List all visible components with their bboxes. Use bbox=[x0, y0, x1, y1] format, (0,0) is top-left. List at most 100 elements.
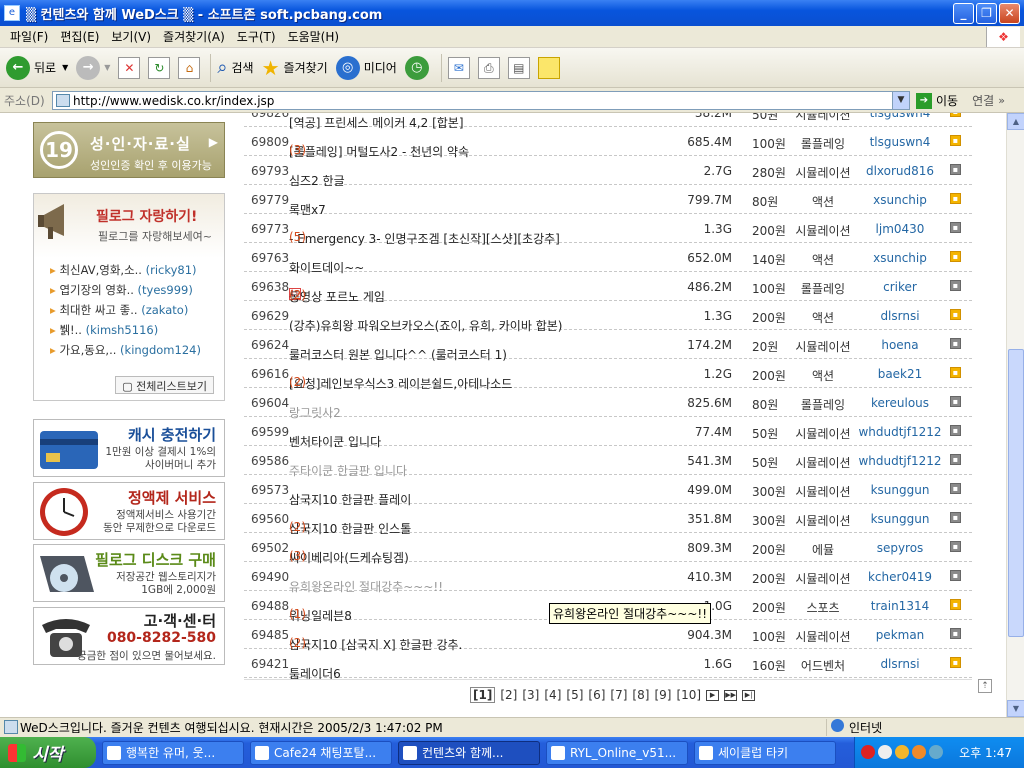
table-row[interactable]: 69629 (강추)유희왕 파워오브카오스(죠이, 유희, 카이바 합본) 1.3G… bbox=[244, 301, 972, 333]
chevron-down-icon[interactable]: ▼ bbox=[104, 63, 110, 72]
download-icon[interactable]: ▪ bbox=[950, 628, 961, 639]
chevron-down-icon[interactable]: ▼ bbox=[892, 92, 909, 109]
download-icon[interactable]: ▪ bbox=[950, 367, 961, 378]
table-row[interactable]: 69809 [롤플레잉] 머털도사2 - 천년의 약속 (3) 685.4M 100원 롤… bbox=[244, 127, 972, 159]
table-row[interactable]: 69624 룰러코스터 원본 입니다^^ (룰러코스터 1) 174.2M 20원 시뮬… bbox=[244, 330, 972, 362]
edit-icon[interactable]: ▤ bbox=[507, 56, 530, 79]
page-link[interactable]: [5] bbox=[566, 688, 583, 702]
row-uploader[interactable]: tlsguswn4 bbox=[857, 135, 943, 149]
taskbar-item[interactable]: 세이클럽 타키 bbox=[694, 740, 836, 765]
list-item[interactable]: 엽기장의 영화.. (tyes999) bbox=[50, 282, 201, 302]
download-icon[interactable]: ▪ bbox=[950, 396, 961, 407]
row-uploader[interactable]: sepyros bbox=[857, 541, 943, 555]
row-uploader[interactable]: train1314 bbox=[857, 599, 943, 613]
scroll-thumb[interactable] bbox=[1008, 349, 1024, 637]
flat-rate-banner[interactable]: 정액제 서비스 정액제서비스 사용기간 동안 무제한으로 다운로드 bbox=[33, 482, 225, 540]
page-link[interactable]: [8] bbox=[632, 688, 649, 702]
note-icon[interactable] bbox=[537, 56, 560, 79]
row-uploader[interactable]: ksunggun bbox=[857, 512, 943, 526]
chevron-down-icon[interactable]: ▼ bbox=[62, 63, 68, 72]
media-button[interactable]: ◎ 미디어 bbox=[335, 55, 397, 80]
favorites-button[interactable]: ★ 즐겨찾기 bbox=[262, 56, 328, 80]
print-icon[interactable]: ⎙ bbox=[477, 56, 500, 79]
tray-expand-icon[interactable] bbox=[878, 745, 892, 759]
page-link[interactable]: [4] bbox=[544, 688, 561, 702]
minimize-button[interactable]: _ bbox=[953, 3, 974, 24]
go-button[interactable]: ➔ 이동 bbox=[916, 92, 958, 109]
list-item[interactable]: 가요,동요,.. (kingdom124) bbox=[50, 342, 201, 362]
row-uploader[interactable]: xsunchip bbox=[857, 251, 943, 265]
table-row[interactable]: 69763 화이트데이~~ 652.0M 140원 액션 xsunchip ▪ bbox=[244, 243, 972, 275]
table-row[interactable]: 69779 록맨x7 799.7M 80원 액션 xsunchip ▪ bbox=[244, 185, 972, 217]
home-icon[interactable]: ⌂ bbox=[178, 56, 201, 79]
row-uploader[interactable]: tlsguswn4 bbox=[857, 113, 943, 120]
view-all-list-button[interactable]: ▢ 전체리스트보기 bbox=[115, 376, 214, 394]
menu-tools[interactable]: 도구(T) bbox=[231, 28, 282, 45]
table-row[interactable]: 69604 랑그릿사2 825.6M 80원 롤플레잉 kereulous ▪ bbox=[244, 388, 972, 420]
stop-icon[interactable]: ✕ bbox=[118, 56, 141, 79]
maximize-button[interactable]: ❐ bbox=[976, 3, 997, 24]
page-link[interactable]: [7] bbox=[610, 688, 627, 702]
last-page-icon[interactable]: ▶| bbox=[742, 689, 756, 701]
row-uploader[interactable]: whdudtjf1212 bbox=[857, 454, 943, 468]
row-uploader[interactable]: pekman bbox=[857, 628, 943, 642]
refresh-icon[interactable]: ↻ bbox=[148, 56, 171, 79]
start-button[interactable]: 시작 bbox=[0, 737, 96, 768]
page-link[interactable]: [2] bbox=[500, 688, 517, 702]
menu-favorites[interactable]: 즐겨찾기(A) bbox=[157, 28, 231, 45]
back-button[interactable]: ← 뒤로 ▼ bbox=[6, 55, 68, 80]
history-icon[interactable]: ◷ bbox=[404, 55, 429, 80]
table-row[interactable]: 69573 삼국지10 한글판 플레이 499.0M 300원 시뮬레이션 ksunggu… bbox=[244, 475, 972, 507]
tray-messenger-icon[interactable] bbox=[895, 745, 909, 759]
customer-center-banner[interactable]: 고·객·센·터 080-8282-580 궁금한 점이 있으면 물어보세요. bbox=[33, 607, 225, 665]
tray-volume-icon[interactable] bbox=[912, 745, 926, 759]
row-uploader[interactable]: ksunggun bbox=[857, 483, 943, 497]
links-button[interactable]: 연결 bbox=[972, 92, 994, 109]
forward-button[interactable]: → ▼ bbox=[76, 55, 110, 80]
taskbar-item[interactable]: 행복한 유머, 웃... bbox=[102, 740, 244, 765]
next-ten-icon[interactable]: ▶▶ bbox=[724, 689, 738, 701]
download-icon[interactable]: ▪ bbox=[950, 338, 961, 349]
list-item[interactable]: 최신AV,영화,소.. (ricky81) bbox=[50, 262, 201, 282]
list-item[interactable]: 최대한 싸고 좋.. (zakato) bbox=[50, 302, 201, 322]
scroll-top-icon[interactable]: ⇡ bbox=[978, 679, 992, 693]
page-link[interactable]: [10] bbox=[676, 688, 701, 702]
download-icon[interactable]: ▪ bbox=[950, 483, 961, 494]
close-button[interactable]: ✕ bbox=[999, 3, 1020, 24]
cash-charge-banner[interactable]: 캐시 충전하기 1만원 이상 결제시 1%의 사이버머니 추가 bbox=[33, 419, 225, 477]
table-row[interactable]: 69490 유희왕온라인 절대강추~~~!! 410.3M 200원 시뮬레이션 kche… bbox=[244, 562, 972, 594]
download-icon[interactable]: ▪ bbox=[950, 280, 961, 291]
download-icon[interactable]: ▪ bbox=[950, 541, 961, 552]
chevron-right-icon[interactable]: » bbox=[998, 94, 1005, 107]
download-icon[interactable]: ▪ bbox=[950, 222, 961, 233]
table-row[interactable]: 69616 [요청]레인보우식스3 레이븐쉴드,아테나소드 (2) 1.2G 200원 액… bbox=[244, 359, 972, 391]
download-icon[interactable]: ▪ bbox=[950, 164, 961, 175]
download-icon[interactable]: ▪ bbox=[950, 425, 961, 436]
menu-file[interactable]: 파일(F) bbox=[4, 28, 54, 45]
row-uploader[interactable]: xsunchip bbox=[857, 193, 943, 207]
tray-network-icon[interactable] bbox=[929, 745, 943, 759]
download-icon[interactable]: ▪ bbox=[950, 454, 961, 465]
mail-icon[interactable]: ✉ bbox=[447, 56, 470, 79]
table-row[interactable]: 69502 싸이베리아(드케슈팅겜) (3) 809.3M 200원 에뮬 sepyros ▪ bbox=[244, 533, 972, 565]
row-uploader[interactable]: ljm0430 bbox=[857, 222, 943, 236]
table-row[interactable]: 69773- Emergency 3- 인명구조겜 [초신작][스샷][초강추]… bbox=[244, 214, 972, 246]
table-row[interactable]: 69560 삼국지10 한글판 인스톨 (2) 351.8M 300원 시뮬레이션 ksun… bbox=[244, 504, 972, 536]
download-icon[interactable]: ▪ bbox=[950, 657, 961, 668]
download-icon[interactable]: ▪ bbox=[950, 135, 961, 146]
download-icon[interactable]: ▪ bbox=[950, 309, 961, 320]
taskbar-item[interactable]: Cafe24 채팅포탈... bbox=[250, 740, 392, 765]
taskbar-item-active[interactable]: 컨텐츠와 함께... bbox=[398, 740, 540, 765]
table-row[interactable]: 69826 [역공] 프린세스 메이커 4,2 [합본] 38.2M 50원 시뮬레이션… bbox=[244, 113, 972, 130]
list-item[interactable]: 뷁!.. (kimsh5116) bbox=[50, 322, 201, 342]
page-link[interactable]: [6] bbox=[588, 688, 605, 702]
row-uploader[interactable]: kcher0419 bbox=[857, 570, 943, 584]
next-page-icon[interactable]: ▶ bbox=[706, 689, 720, 701]
taskbar-item[interactable]: RYL_Online_v51... bbox=[546, 740, 688, 765]
row-uploader[interactable]: whdudtjf1212 bbox=[857, 425, 943, 439]
scroll-up-icon[interactable]: ▲ bbox=[1007, 113, 1024, 130]
row-uploader[interactable]: baek21 bbox=[857, 367, 943, 381]
table-row[interactable]: 69485 삼국지10 [삼국지 X] 한글판 강추. (2) 904.3M 100원 시… bbox=[244, 620, 972, 652]
row-uploader[interactable]: dlxorud816 bbox=[857, 164, 943, 178]
menu-view[interactable]: 보기(V) bbox=[105, 28, 157, 45]
